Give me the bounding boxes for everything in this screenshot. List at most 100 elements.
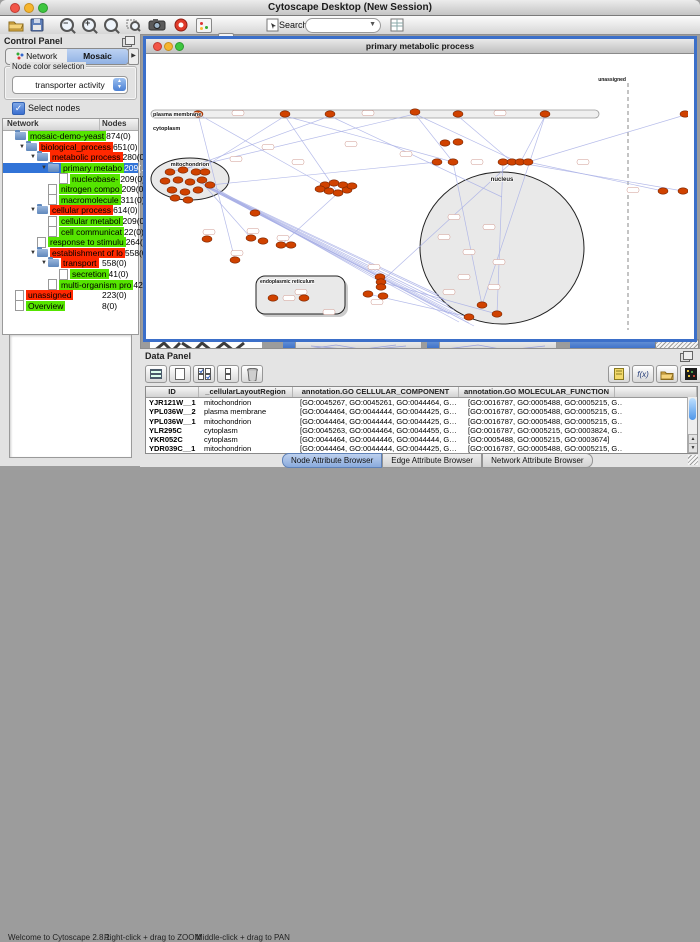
browser-mode-icon[interactable] <box>145 365 167 383</box>
tree-item-overview[interactable]: Overview8(0) <box>3 301 138 312</box>
network-node[interactable] <box>678 188 688 194</box>
table-cell[interactable]: YKR052C <box>146 435 201 444</box>
attribute-browser-icon[interactable] <box>390 18 404 32</box>
table-cell[interactable]: [GO:0005488, GO:0005215, GO:0003674] <box>465 435 623 444</box>
network-node[interactable] <box>193 187 203 193</box>
table-row[interactable]: YPL036W__1mitochondrion[GO:0044464, GO:0… <box>146 417 697 426</box>
save-session-icon[interactable] <box>30 18 44 32</box>
network-node[interactable] <box>448 159 458 165</box>
network-edge[interactable] <box>210 162 437 185</box>
network-node[interactable] <box>498 159 508 165</box>
table-cell[interactable]: [GO:0045267, GO:0045261, GO:0044464, G… <box>297 398 465 407</box>
tree-item-metabolic-process[interactable]: ▼metabolic process280(0) <box>3 152 138 163</box>
table-cell[interactable]: plasma membrane <box>201 407 297 416</box>
table-row[interactable]: YJR121W__1mitochondrion[GO:0045267, GO:0… <box>146 398 697 407</box>
network-node[interactable] <box>464 314 474 320</box>
network-node[interactable] <box>185 179 195 185</box>
network-node[interactable] <box>378 293 388 299</box>
unselect-attributes-icon[interactable] <box>217 365 239 383</box>
network-node[interactable] <box>376 284 386 290</box>
import-attributes-icon[interactable] <box>656 365 678 383</box>
window-resize-grip[interactable] <box>688 455 698 465</box>
network-node[interactable] <box>165 169 175 175</box>
table-cell[interactable]: cytoplasm <box>201 435 297 444</box>
network-edge[interactable] <box>528 115 685 162</box>
table-cell[interactable]: [GO:0016787, GO:0005215, GO:0003824, G… <box>465 426 623 435</box>
search-input[interactable]: ▼ <box>305 18 381 33</box>
table-row[interactable]: YPL036W__2plasma membrane[GO:0044464, GO… <box>146 407 697 416</box>
network-node[interactable] <box>410 109 420 115</box>
table-row[interactable]: YKR052Ccytoplasm[GO:0044464, GO:0044446,… <box>146 435 697 444</box>
network-node[interactable] <box>250 210 260 216</box>
zoom-selected-icon[interactable] <box>126 18 141 32</box>
network-node[interactable] <box>453 111 463 117</box>
table-cell[interactable] <box>623 407 697 416</box>
table-cell[interactable]: YPL036W__2 <box>146 407 201 416</box>
help-icon[interactable] <box>174 18 188 32</box>
network-node[interactable] <box>492 311 502 317</box>
network-node[interactable] <box>180 189 190 195</box>
node-color-dropdown[interactable]: transporter activity ▲▼ <box>12 76 128 94</box>
network-node[interactable] <box>523 159 533 165</box>
network-node[interactable] <box>453 139 463 145</box>
table-cell[interactable] <box>623 426 697 435</box>
network-node[interactable] <box>432 159 442 165</box>
annotate-icon[interactable] <box>266 18 280 32</box>
network-node[interactable] <box>205 182 215 188</box>
tree-item-cell-communicat[interactable]: cell communicat22(0) <box>3 226 138 237</box>
select-attributes-icon[interactable] <box>193 365 215 383</box>
network-node[interactable] <box>173 177 183 183</box>
window-titlebar[interactable]: Cytoscape Desktop (New Session) <box>0 0 700 16</box>
network-manager-icon[interactable] <box>196 18 212 33</box>
network-node[interactable] <box>347 183 357 189</box>
network-node[interactable] <box>477 302 487 308</box>
tree-item-biological-process[interactable]: ▼biological_process651(0) <box>3 142 138 153</box>
table-row[interactable]: YLR295Ccytoplasm[GO:0045263, GO:0044464,… <box>146 426 697 435</box>
tree-item-mosaic-demo-yeast[interactable]: mosaic-demo-yeast874(0) <box>3 131 138 142</box>
birds-eye-view-panel[interactable] <box>9 334 132 458</box>
tree-expander-icon[interactable]: ▼ <box>29 154 37 160</box>
network-node[interactable] <box>200 169 210 175</box>
tree-item-nucleobase-[interactable]: nucleobase-209(0) <box>3 173 138 184</box>
snapshot-icon[interactable] <box>148 18 166 32</box>
attribute-matrix-icon[interactable] <box>680 365 700 383</box>
table-cell[interactable]: [GO:0045263, GO:0044464, GO:0044455, G… <box>297 426 465 435</box>
scroll-down-icon[interactable]: ▼ <box>688 443 698 453</box>
tree-item-macromolecule[interactable]: macromolecule311(0) <box>3 195 138 206</box>
select-nodes-checkbox[interactable]: ✓ <box>12 102 25 115</box>
network-node[interactable] <box>329 180 339 186</box>
zoom-in-icon[interactable]: + <box>82 18 96 32</box>
tree-item-cellular-process[interactable]: ▼cellular process614(0) <box>3 205 138 216</box>
tree-item-secretion[interactable]: secretion41(0) <box>3 269 138 280</box>
table-cell[interactable]: [GO:0044464, GO:0044444, GO:0044425, G… <box>297 407 465 416</box>
dropdown-stepper-icon[interactable]: ▲▼ <box>113 78 126 91</box>
network-node[interactable] <box>191 169 201 175</box>
network-edge[interactable] <box>196 116 285 172</box>
zoom-out-icon[interactable]: − <box>60 18 74 32</box>
tree-expander-icon[interactable]: ▼ <box>29 207 37 213</box>
tree-header[interactable]: Network Nodes <box>3 119 138 131</box>
network-node[interactable] <box>315 186 325 192</box>
network-node[interactable] <box>160 178 170 184</box>
network-node[interactable] <box>680 111 688 117</box>
table-cell[interactable] <box>623 417 697 426</box>
network-node[interactable] <box>246 235 256 241</box>
table-cell[interactable]: [GO:0016787, GO:0005488, GO:0005215, G… <box>465 407 623 416</box>
network-node[interactable] <box>540 111 550 117</box>
network-edge[interactable] <box>415 114 453 162</box>
tree-expander-icon[interactable]: ▼ <box>40 260 48 266</box>
table-cell[interactable]: [GO:0016787, GO:0005488, GO:0005215, G… <box>465 398 623 407</box>
attribute-table-header[interactable]: ID _cellularLayoutRegion annotation.GO C… <box>146 387 697 398</box>
network-node[interactable] <box>167 187 177 193</box>
network-node[interactable] <box>324 188 334 194</box>
network-node[interactable] <box>268 295 278 301</box>
table-cell[interactable]: cytoplasm <box>201 426 297 435</box>
delete-attribute-icon[interactable] <box>241 365 263 383</box>
network-node[interactable] <box>183 197 193 203</box>
tree-item-cellular-metabol[interactable]: cellular metabol209(0) <box>3 216 138 227</box>
tree-expander-icon[interactable]: ▼ <box>18 144 26 150</box>
network-edge[interactable] <box>520 116 545 163</box>
table-cell[interactable]: YPL036W__1 <box>146 417 201 426</box>
network-view-titlebar[interactable]: primary metabolic process <box>146 39 694 54</box>
tab-overflow-button[interactable]: ▶ <box>128 48 139 65</box>
